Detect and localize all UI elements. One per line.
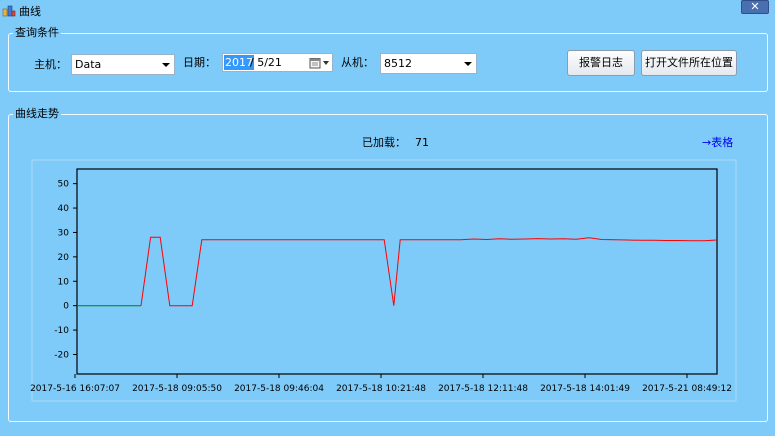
y-tick-label: -10 — [54, 326, 69, 336]
x-tick-label: 2017-5-18 12:11:48 — [438, 384, 528, 394]
x-tick-label: 2017-5-18 14:01:49 — [540, 384, 630, 394]
x-tick-label: 2017-5-18 10:21:48 — [336, 384, 426, 394]
x-tick-label: 2017-5-18 09:05:50 — [132, 384, 222, 394]
y-tick-label: 20 — [58, 253, 70, 263]
x-tick-label: 2017-5-18 09:46:04 — [234, 384, 324, 394]
x-tick-label: 2017-5-21 08:49:12 — [642, 384, 732, 394]
y-tick-label: 10 — [58, 277, 70, 287]
chart-area-border — [31, 159, 737, 402]
trend-chart: -20 -10 0 10 20 30 40 50 2017-5-16 16:07:07 2017… — [30, 159, 737, 402]
y-tick-label: 50 — [58, 180, 70, 190]
series-line-1 — [140, 236, 718, 307]
y-tick-label: -20 — [54, 350, 69, 360]
x-tick-label: 2017-5-16 16:07:07 — [30, 384, 120, 394]
y-tick-label: 30 — [58, 228, 70, 238]
y-tick-label: 40 — [58, 204, 70, 214]
y-tick-label: 0 — [63, 302, 69, 312]
